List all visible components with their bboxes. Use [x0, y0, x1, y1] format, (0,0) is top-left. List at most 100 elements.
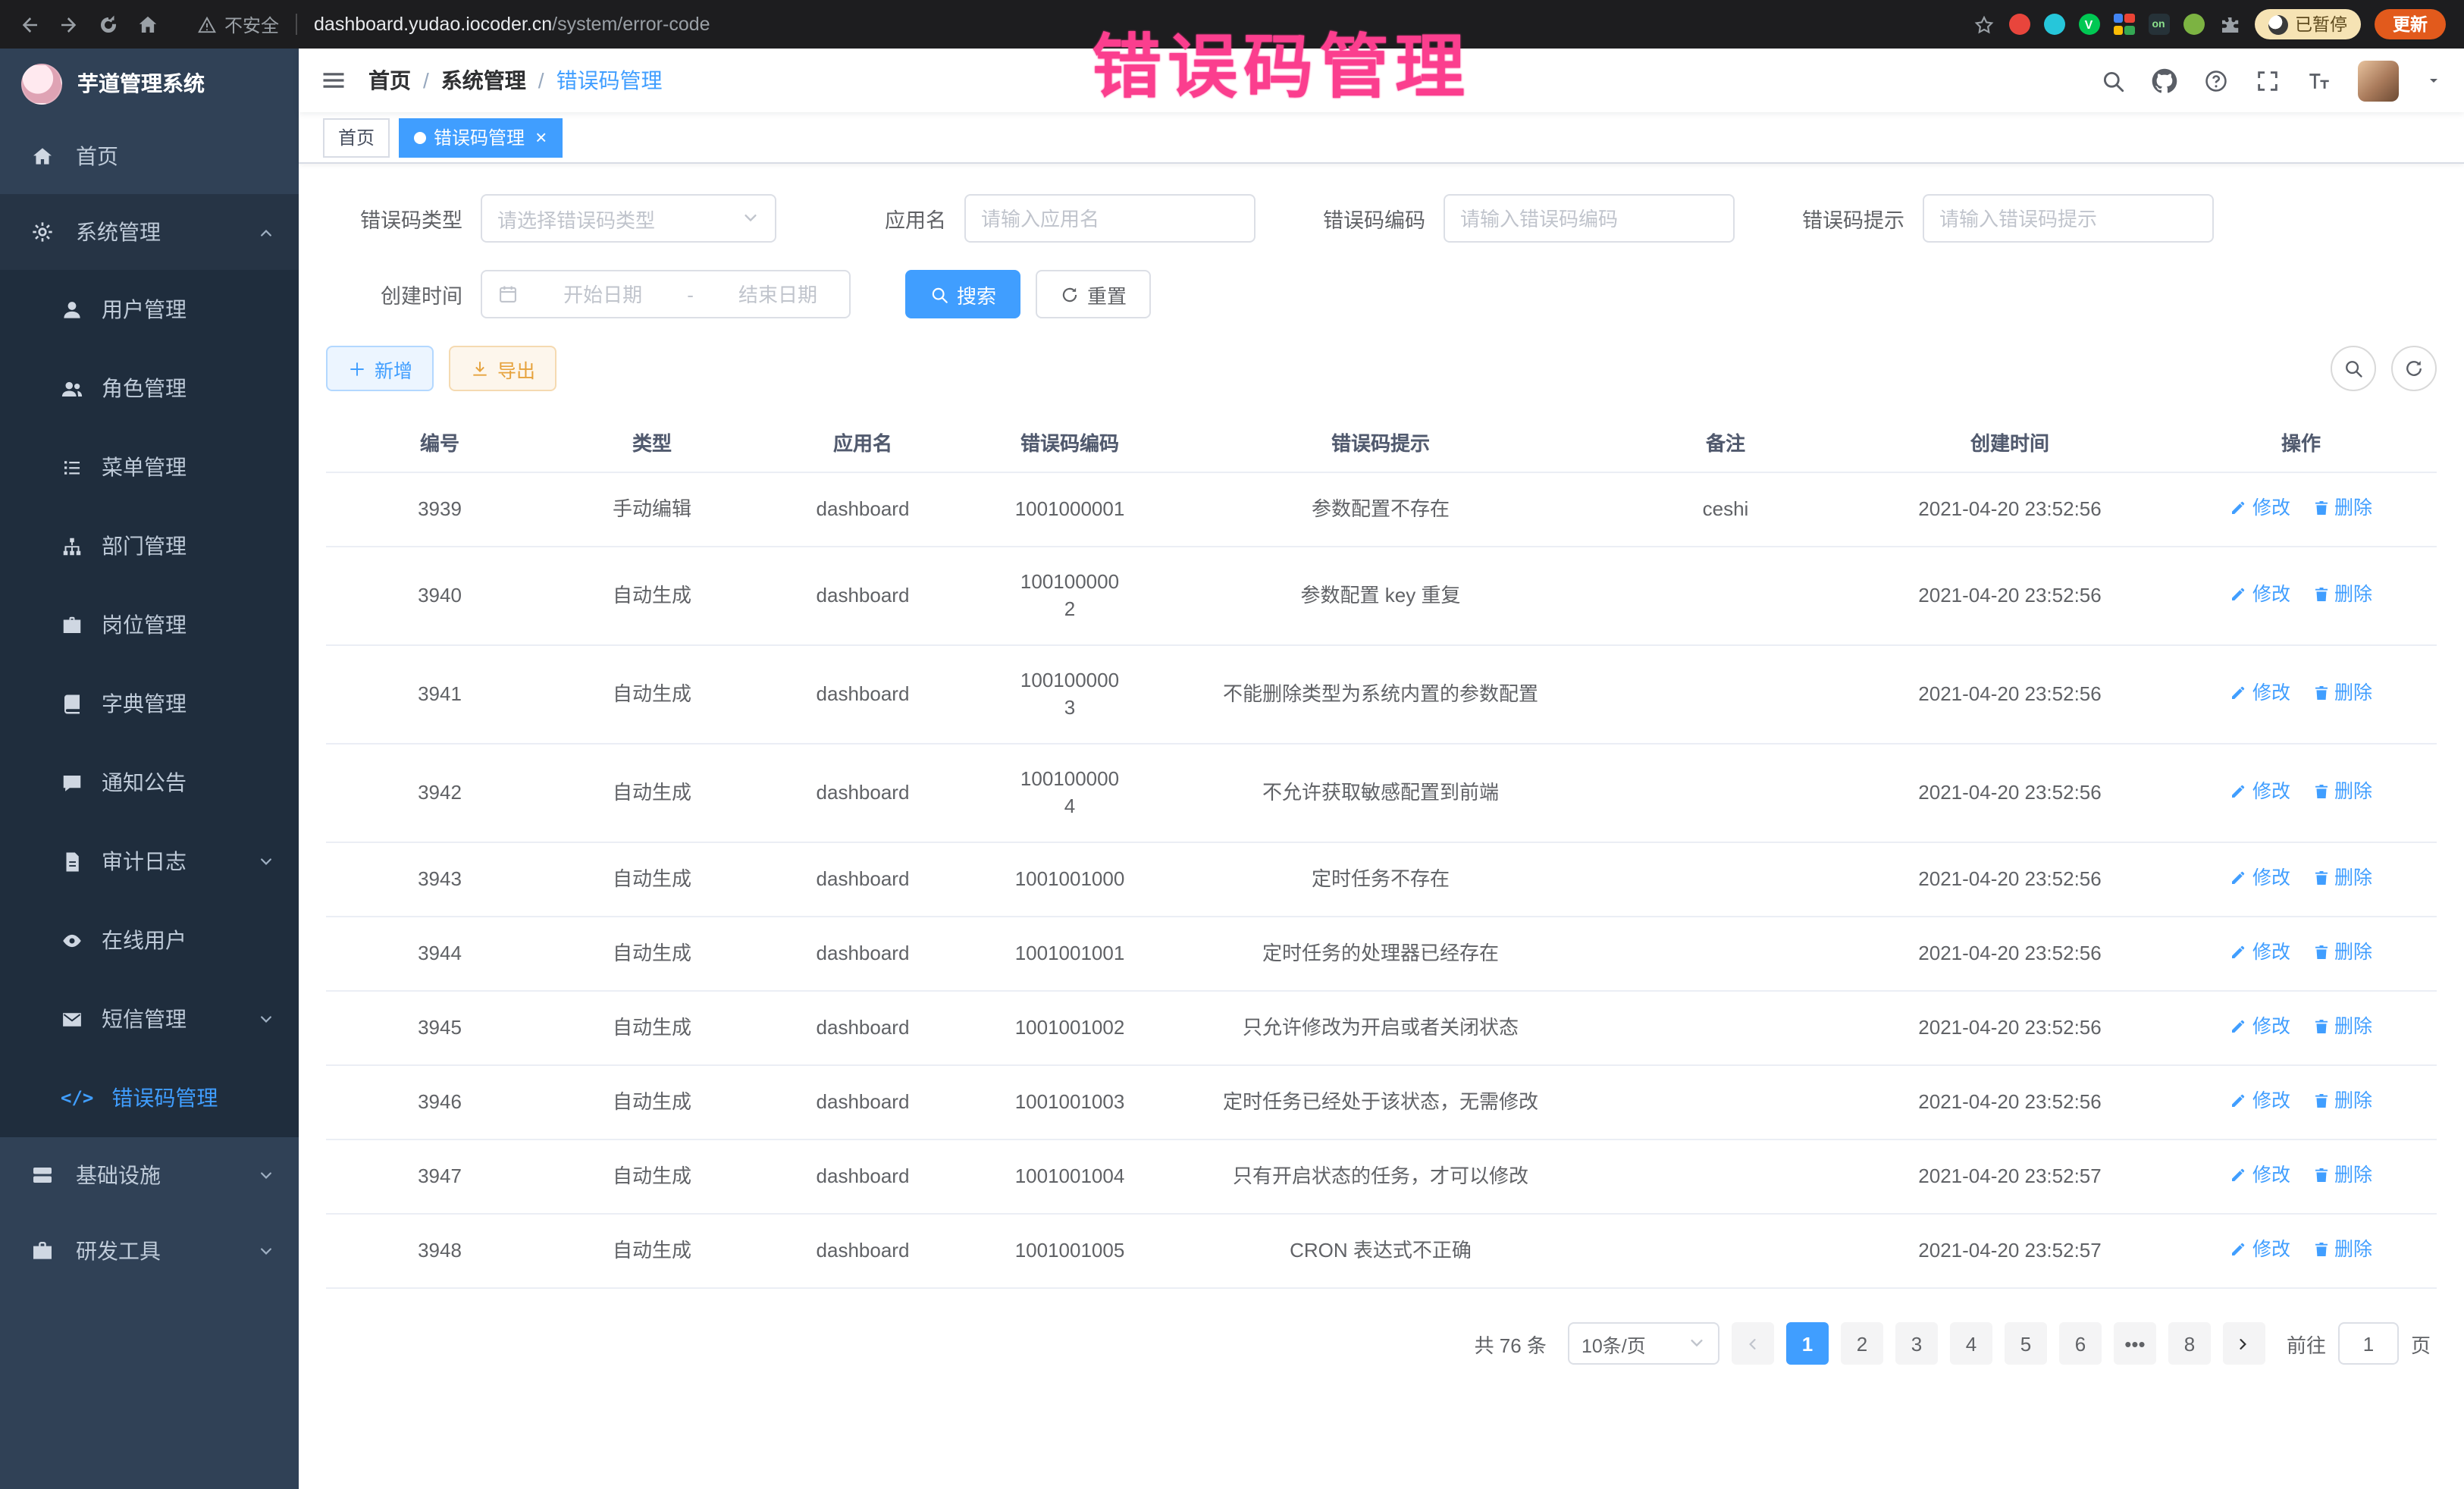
edit-link[interactable]: 修改 [2230, 679, 2290, 707]
page-button-6[interactable]: 6 [2059, 1322, 2102, 1365]
sidebar-item-announcements[interactable]: 通知公告 [0, 743, 299, 822]
sidebar-item-audit-log[interactable]: 审计日志 [0, 822, 299, 901]
delete-link[interactable]: 删除 [2312, 1013, 2372, 1040]
table-row: 3939 手动编辑 dashboard 1001000001 参数配置不存在 c… [326, 472, 2437, 547]
delete-icon [2312, 1166, 2330, 1184]
document-icon [61, 850, 83, 873]
breadcrumb-home[interactable]: 首页 [368, 65, 411, 96]
edit-link[interactable]: 修改 [2230, 1161, 2290, 1189]
github-icon[interactable] [2152, 67, 2177, 93]
error-type-select[interactable]: 请选择错误码类型 [481, 194, 776, 243]
extension-green-icon[interactable]: V [2078, 14, 2099, 35]
user-avatar[interactable] [2358, 60, 2399, 101]
breadcrumb-system[interactable]: 系统管理 [441, 65, 526, 96]
sidebar-item-error-code[interactable]: 错误码管理 [0, 1058, 299, 1137]
delete-link[interactable]: 删除 [2312, 864, 2372, 892]
cell-app: dashboard [751, 547, 975, 645]
delete-link[interactable]: 删除 [2312, 679, 2372, 707]
sidebar-item-system[interactable]: 系统管理 [0, 194, 299, 270]
next-page-button[interactable] [2223, 1322, 2265, 1365]
page-size-select[interactable]: 10条/页 [1568, 1322, 1719, 1365]
sidebar-item-dev-tools[interactable]: 研发工具 [0, 1213, 299, 1289]
sidebar-item-home[interactable]: 首页 [0, 118, 299, 194]
tab-error-code[interactable]: 错误码管理 × [399, 118, 562, 157]
sidebar-item-infrastructure[interactable]: 基础设施 [0, 1137, 299, 1213]
delete-link[interactable]: 删除 [2312, 581, 2372, 608]
font-size-icon[interactable] [2306, 67, 2332, 93]
reload-icon[interactable] [97, 13, 120, 36]
chevron-down-icon [741, 209, 760, 227]
delete-link[interactable]: 删除 [2312, 494, 2372, 522]
add-button[interactable]: 新增 [326, 346, 434, 391]
tab-home[interactable]: 首页 [323, 118, 390, 157]
page-button-1[interactable]: 1 [1786, 1322, 1829, 1365]
logo[interactable]: 芋道管理系统 [0, 49, 299, 118]
address-bar[interactable]: dashboard.yudao.iocoder.cn/system/error-… [314, 14, 710, 35]
sidebar-item-positions[interactable]: 岗位管理 [0, 585, 299, 664]
fullscreen-icon[interactable] [2255, 67, 2281, 93]
search-button[interactable]: 搜索 [905, 270, 1020, 318]
caret-down-icon[interactable] [2425, 71, 2443, 89]
more-pages-button[interactable]: ••• [2114, 1322, 2156, 1365]
extension-red-icon[interactable] [2008, 14, 2030, 35]
goto-page-input[interactable] [2338, 1322, 2399, 1365]
forward-icon[interactable] [58, 13, 80, 36]
sidebar-item-users[interactable]: 用户管理 [0, 270, 299, 349]
cell-id: 3939 [326, 472, 553, 547]
error-code-input[interactable] [1444, 194, 1735, 243]
end-date-input[interactable] [722, 283, 834, 306]
edit-link[interactable]: 修改 [2230, 778, 2290, 805]
toggle-search-button[interactable] [2331, 346, 2376, 391]
sidebar-item-menus[interactable]: 菜单管理 [0, 428, 299, 506]
edit-link[interactable]: 修改 [2230, 581, 2290, 608]
error-type-label: 错误码类型 [326, 203, 462, 234]
delete-link[interactable]: 删除 [2312, 1236, 2372, 1263]
edit-link[interactable]: 修改 [2230, 1087, 2290, 1114]
edit-link[interactable]: 修改 [2230, 494, 2290, 522]
table-row: 3942 自动生成 dashboard 100100000 4 不允许获取敏感配… [326, 744, 2437, 842]
bookmark-star-icon[interactable] [1972, 13, 1995, 36]
delete-link[interactable]: 删除 [2312, 1087, 2372, 1114]
page-button-3[interactable]: 3 [1895, 1322, 1938, 1365]
sidebar-item-online-users[interactable]: 在线用户 [0, 901, 299, 980]
date-range-picker[interactable]: - [481, 270, 851, 318]
delete-link[interactable]: 删除 [2312, 939, 2372, 966]
page-button-4[interactable]: 4 [1950, 1322, 1992, 1365]
cell-app: dashboard [751, 1139, 975, 1214]
extension-grid-icon[interactable] [2113, 14, 2134, 35]
page-button-2[interactable]: 2 [1841, 1322, 1883, 1365]
paused-pill[interactable]: 已暂停 [2254, 9, 2361, 39]
edit-link[interactable]: 修改 [2230, 1013, 2290, 1040]
search-icon[interactable] [2100, 67, 2126, 93]
hamburger-icon[interactable] [320, 67, 347, 94]
sidebar-item-roles[interactable]: 角色管理 [0, 349, 299, 428]
help-icon[interactable] [2203, 67, 2229, 93]
security-chip[interactable]: 不安全 [197, 11, 279, 37]
error-hint-input[interactable] [1923, 194, 2214, 243]
sidebar-item-sms[interactable]: 短信管理 [0, 980, 299, 1058]
close-icon[interactable]: × [535, 127, 547, 147]
refresh-table-button[interactable] [2391, 346, 2437, 391]
back-icon[interactable] [18, 13, 41, 36]
browser-home-icon[interactable] [136, 13, 159, 36]
extension-teal-icon[interactable] [2043, 14, 2064, 35]
edit-link[interactable]: 修改 [2230, 1236, 2290, 1263]
extensions-puzzle-icon[interactable] [2218, 13, 2240, 36]
delete-link[interactable]: 删除 [2312, 1161, 2372, 1189]
reset-button[interactable]: 重置 [1036, 270, 1151, 318]
delete-link[interactable]: 删除 [2312, 778, 2372, 805]
edit-link[interactable]: 修改 [2230, 939, 2290, 966]
app-name-input[interactable] [964, 194, 1256, 243]
export-button[interactable]: 导出 [449, 346, 556, 391]
extension-leaf-icon[interactable] [2183, 14, 2204, 35]
url-path: /system/error-code [552, 14, 710, 35]
sidebar-item-dictionary[interactable]: 字典管理 [0, 664, 299, 743]
prev-page-button[interactable] [1732, 1322, 1774, 1365]
extension-on-badge[interactable]: on [2148, 14, 2169, 35]
page-button-5[interactable]: 5 [2005, 1322, 2047, 1365]
sidebar-item-departments[interactable]: 部门管理 [0, 506, 299, 585]
update-button[interactable]: 更新 [2375, 9, 2446, 39]
start-date-input[interactable] [547, 283, 659, 306]
edit-link[interactable]: 修改 [2230, 864, 2290, 892]
page-button-8[interactable]: 8 [2168, 1322, 2211, 1365]
